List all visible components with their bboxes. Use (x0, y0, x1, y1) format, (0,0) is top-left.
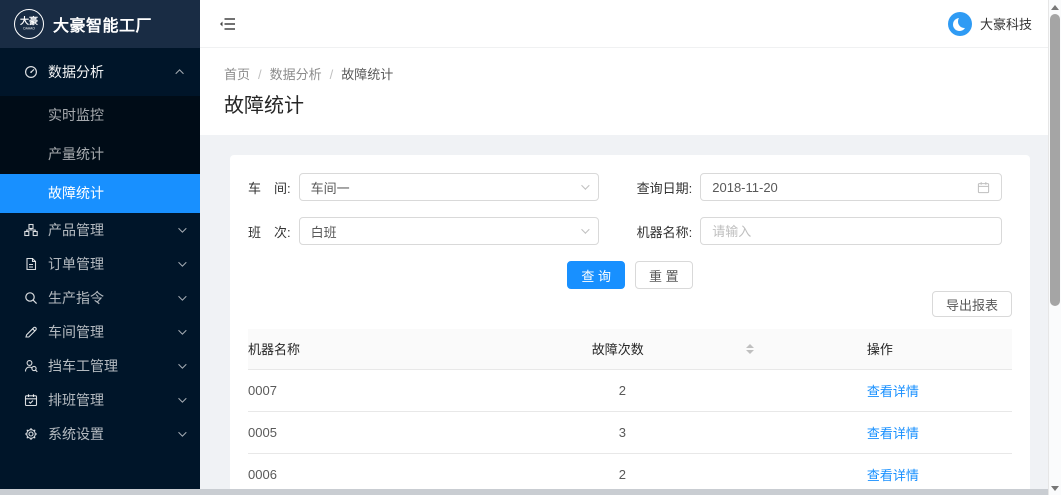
scroll-up-arrow-icon[interactable] (1051, 5, 1059, 10)
logo-badge-subtext: DAHAO (23, 27, 34, 31)
scrollbar-thumb[interactable] (1050, 14, 1060, 306)
avatar (948, 12, 972, 36)
scroll-down-arrow-icon[interactable] (1051, 486, 1059, 491)
column-fault-count[interactable]: 故障次数 (592, 329, 867, 369)
sidebar-item-label: 挡车工管理 (48, 356, 118, 376)
cell-fault-count: 2 (592, 383, 626, 398)
machine-name-field-box (700, 217, 1002, 245)
dashboard-icon (24, 65, 38, 79)
breadcrumb-separator: / (330, 67, 334, 82)
sidebar-item-output-stats[interactable]: 产量统计 (0, 135, 200, 174)
menu-fold-icon[interactable] (218, 14, 238, 34)
sidebar-item-label: 生产指令 (48, 288, 104, 308)
horizontal-scrollbar[interactable] (0, 489, 1048, 495)
column-fault-count-label: 故障次数 (592, 339, 644, 358)
chevron-down-icon (581, 181, 589, 189)
cell-machine-name: 0007 (248, 369, 592, 411)
breadcrumb-separator: / (258, 67, 262, 82)
cell-fault-count: 2 (592, 467, 626, 482)
table-row: 0005 3 查看详情 (248, 411, 1012, 453)
date-picker[interactable]: 2018-11-20 (700, 173, 1002, 201)
machine-name-label: 机器名称: (637, 222, 693, 241)
sidebar-item-order-mgmt[interactable]: 订单管理 (0, 247, 200, 281)
chevron-down-icon (178, 394, 186, 402)
sidebar-item-label: 产品管理 (48, 220, 104, 240)
chevron-down-icon (178, 224, 186, 232)
page-header: 首页 / 数据分析 / 故障统计 故障统计 (200, 48, 1048, 135)
company-logo-icon: 大豪 DAHAO (14, 9, 44, 39)
chevron-down-icon (178, 326, 186, 334)
machine-name-input[interactable] (712, 224, 990, 239)
view-detail-link[interactable]: 查看详情 (867, 468, 919, 483)
chevron-down-icon (178, 292, 186, 300)
calendar-icon (977, 181, 990, 194)
chevron-up-icon (175, 69, 183, 77)
search-icon (24, 291, 38, 305)
query-button[interactable]: 查 询 (567, 261, 625, 289)
workshop-select[interactable]: 车间一 (299, 173, 599, 201)
sidebar-item-system-settings[interactable]: 系统设置 (0, 417, 200, 451)
logo: 大豪 DAHAO 大豪智能工厂 (0, 0, 200, 48)
sidebar-item-label: 数据分析 (48, 62, 104, 82)
breadcrumb-current: 故障统计 (341, 67, 393, 82)
column-machine-name: 机器名称 (248, 329, 592, 369)
breadcrumb-section[interactable]: 数据分析 (270, 67, 322, 82)
chevron-down-icon (178, 360, 186, 368)
export-report-button[interactable]: 导出报表 (932, 291, 1012, 317)
file-icon (24, 257, 38, 271)
content: 车 间: 车间一 查询日期: 2018-11-20 (200, 135, 1048, 495)
workshop-label: 车 间: (248, 178, 291, 197)
reset-button[interactable]: 重 置 (635, 261, 693, 289)
workshop-select-value: 车间一 (311, 178, 350, 197)
sidebar-item-production-order[interactable]: 生产指令 (0, 281, 200, 315)
sidebar-item-workshop-mgmt[interactable]: 车间管理 (0, 315, 200, 349)
fault-table: 机器名称 故障次数 操作 0007 2 查看详 (248, 329, 1012, 495)
table-row: 0007 2 查看详情 (248, 369, 1012, 411)
shift-label: 班 次: (248, 222, 291, 241)
sidebar: 大豪 DAHAO 大豪智能工厂 数据分析 实时监控 产量统计 故障统计 产品管理 (0, 0, 200, 495)
sidebar-item-label: 排班管理 (48, 390, 104, 410)
breadcrumb-home[interactable]: 首页 (224, 67, 250, 82)
cell-fault-count: 3 (592, 425, 626, 440)
sidebar-item-label: 系统设置 (48, 424, 104, 444)
sidebar-item-realtime-monitor[interactable]: 实时监控 (0, 96, 200, 135)
tool-icon (24, 325, 38, 339)
date-picker-value: 2018-11-20 (712, 180, 778, 195)
sidebar-item-product-mgmt[interactable]: 产品管理 (0, 213, 200, 247)
shift-select[interactable]: 白班 (299, 217, 599, 245)
card: 车 间: 车间一 查询日期: 2018-11-20 (230, 155, 1030, 495)
sidebar-item-label: 车间管理 (48, 322, 104, 342)
view-detail-link[interactable]: 查看详情 (867, 426, 919, 441)
sidebar-item-data-analysis[interactable]: 数据分析 (0, 48, 200, 96)
chevron-down-icon (581, 225, 589, 233)
chevron-down-icon (178, 428, 186, 436)
sidebar-item-operator-mgmt[interactable]: 挡车工管理 (0, 349, 200, 383)
cell-machine-name: 0005 (248, 411, 592, 453)
logo-badge-text: 大豪 (20, 17, 38, 26)
page-title: 故障统计 (224, 92, 1024, 120)
sidebar-item-shift-mgmt[interactable]: 排班管理 (0, 383, 200, 417)
main-area: 大豪科技 首页 / 数据分析 / 故障统计 故障统计 车 间: 车间一 查询日期: (200, 0, 1048, 495)
top-bar: 大豪科技 (200, 0, 1048, 48)
sidebar-item-label: 订单管理 (48, 254, 104, 274)
sidebar-submenu: 实时监控 产量统计 故障统计 (0, 96, 200, 213)
gear-icon (24, 427, 38, 441)
cluster-icon (24, 223, 38, 237)
user-name: 大豪科技 (980, 14, 1032, 33)
user-search-icon (24, 359, 38, 373)
app-title: 大豪智能工厂 (53, 12, 152, 36)
sort-icon[interactable] (746, 344, 754, 354)
table-header-row: 机器名称 故障次数 操作 (248, 329, 1012, 369)
view-detail-link[interactable]: 查看详情 (867, 384, 919, 399)
chevron-down-icon (178, 258, 186, 266)
user-menu[interactable]: 大豪科技 (948, 12, 1032, 36)
shift-select-value: 白班 (311, 222, 337, 241)
date-label: 查询日期: (637, 178, 693, 197)
calendar-icon (24, 393, 38, 407)
column-action: 操作 (867, 329, 1012, 369)
breadcrumb: 首页 / 数据分析 / 故障统计 (224, 64, 1024, 83)
sidebar-item-fault-stats[interactable]: 故障统计 (0, 174, 200, 213)
vertical-scrollbar[interactable] (1048, 0, 1061, 495)
